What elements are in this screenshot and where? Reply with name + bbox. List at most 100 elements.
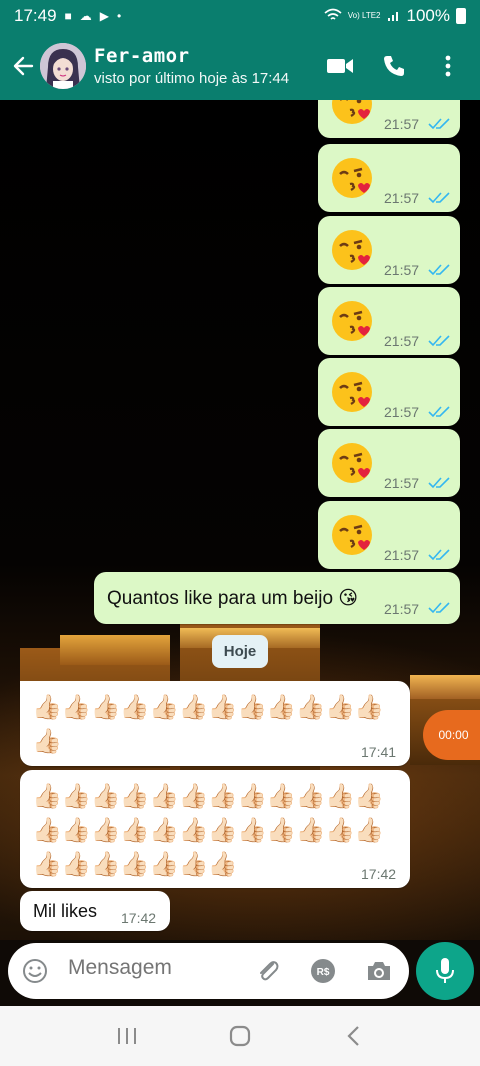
status-bar: 17:49 ■ ☁ ▶ • Vo) LTE2 100% xyxy=(0,0,480,32)
system-nav-bar xyxy=(0,1006,480,1066)
chat-area[interactable]: 21:57 21:57 21:57 21:57 21:57 21:57 21:57 Quan… xyxy=(0,100,480,944)
network-label: Vo) LTE2 xyxy=(347,11,381,20)
thumbs-up-emoji: 👍🏻 xyxy=(207,851,238,878)
thumbs-up-emoji: 👍🏻 xyxy=(61,851,92,878)
thumbs-up-emoji-group: 👍🏻 👍🏻 👍🏻 👍🏻 👍🏻 👍🏻 👍🏻 👍🏻 👍🏻 👍🏻 👍🏻 👍🏻 👍🏻 👍🏻 👍🏻 👍🏻 👍🏻 👍🏻 👍🏻 👍🏻… xyxy=(32,780,392,882)
thumbs-up-emoji: 👍🏻 xyxy=(324,783,355,810)
thumbs-up-emoji: 👍🏻 xyxy=(119,851,150,878)
thumbs-up-emoji: 👍🏻 xyxy=(119,817,150,844)
thumbs-up-emoji: 👍🏻 xyxy=(119,783,150,810)
message-input[interactable] xyxy=(68,956,248,980)
read-ticks-icon xyxy=(428,335,450,347)
read-ticks-icon xyxy=(428,264,450,276)
kissing-face-emoji xyxy=(330,156,374,200)
avatar[interactable] xyxy=(40,43,86,89)
message-input-container[interactable]: R$ xyxy=(8,943,409,999)
message-bubble-outgoing[interactable]: 21:57 xyxy=(318,144,460,212)
svg-text:R$: R$ xyxy=(317,967,330,978)
battery-percent: 100% xyxy=(406,6,450,25)
message-bubble-outgoing[interactable]: Quantos like para um beijo 😘 21:57 xyxy=(94,572,460,624)
message-time: 21:57 xyxy=(384,190,420,206)
read-ticks-icon xyxy=(428,549,450,561)
wallpaper-building xyxy=(60,635,170,665)
thumbs-up-emoji: 👍🏻 xyxy=(178,851,209,878)
thumbs-up-emoji: 👍🏻 xyxy=(32,851,62,878)
kissing-face-emoji xyxy=(330,370,374,414)
thumbs-up-emoji: 👍🏻 xyxy=(61,783,92,810)
message-bubble-incoming[interactable]: 👍🏻 👍🏻 👍🏻 👍🏻 👍🏻 👍🏻 👍🏻 👍🏻 👍🏻 👍🏻 👍🏻 👍🏻 👍🏻 17:41 xyxy=(20,681,410,766)
kissing-face-emoji xyxy=(330,441,374,485)
message-bubble-outgoing[interactable]: 21:57 xyxy=(318,216,460,284)
cloud-icon: ☁ xyxy=(79,9,92,23)
thumbs-up-emoji: 👍🏻 xyxy=(32,694,62,721)
payment-icon[interactable]: R$ xyxy=(308,956,338,986)
message-bubble-incoming[interactable]: Mil likes 17:42 xyxy=(20,891,170,931)
camera-icon[interactable] xyxy=(364,956,394,986)
contact-name[interactable]: Fer-amor xyxy=(94,45,326,67)
thumbs-up-emoji: 👍🏻 xyxy=(237,817,267,844)
video-notification-icon: ■ xyxy=(64,9,72,23)
message-bubble-outgoing[interactable]: 21:57 xyxy=(318,501,460,569)
signal-icon xyxy=(387,8,401,24)
status-time: 17:49 xyxy=(14,6,57,25)
thumbs-up-emoji: 👍🏻 xyxy=(207,783,238,810)
message-time: 21:57 xyxy=(384,333,420,349)
thumbs-up-emoji: 👍🏻 xyxy=(61,694,92,721)
thumbs-up-emoji: 👍🏻 xyxy=(354,817,385,844)
thumbs-up-emoji: 👍🏻 xyxy=(207,817,238,844)
mic-icon xyxy=(436,958,454,983)
mic-button[interactable] xyxy=(416,942,474,1000)
back-arrow-icon[interactable] xyxy=(6,46,40,86)
thumbs-up-emoji: 👍🏻 xyxy=(295,817,326,844)
thumbs-up-emoji: 👍🏻 xyxy=(324,694,355,721)
wallpaper-building xyxy=(410,675,480,699)
kissing-face-emoji xyxy=(330,299,374,343)
read-ticks-icon xyxy=(428,602,450,614)
thumbs-up-emoji: 👍🏻 xyxy=(149,817,180,844)
thumbs-up-emoji: 👍🏻 xyxy=(61,817,92,844)
thumbs-up-emoji: 👍🏻 xyxy=(90,817,121,844)
thumbs-up-emoji: 👍🏻 xyxy=(207,694,238,721)
message-time: 21:57 xyxy=(384,601,420,617)
message-time: 21:57 xyxy=(384,404,420,420)
read-ticks-icon xyxy=(428,192,450,204)
chat-header: Fer-amor visto por último hoje às 17:44 xyxy=(0,32,480,100)
thumbs-up-emoji: 👍🏻 xyxy=(266,817,297,844)
attach-icon[interactable] xyxy=(253,956,283,986)
emoji-icon[interactable] xyxy=(20,956,50,986)
thumbs-up-emoji: 👍🏻 xyxy=(266,694,297,721)
video-call-icon[interactable] xyxy=(326,52,354,80)
phone-icon[interactable] xyxy=(380,52,408,80)
message-bubble-outgoing[interactable]: 21:57 xyxy=(318,358,460,426)
message-bubble-incoming[interactable]: 👍🏻 👍🏻 👍🏻 👍🏻 👍🏻 👍🏻 👍🏻 👍🏻 👍🏻 👍🏻 👍🏻 👍🏻 👍🏻 👍🏻 👍🏻 👍🏻 👍🏻 👍🏻 👍🏻 👍🏻… xyxy=(20,770,410,888)
message-bubble-outgoing[interactable]: 21:57 xyxy=(318,429,460,497)
message-text: Quantos like para um beijo 😘 xyxy=(107,588,359,609)
youtube-icon: ▶ xyxy=(99,9,110,23)
read-ticks-icon xyxy=(428,406,450,418)
dot-icon: • xyxy=(117,9,122,23)
home-icon[interactable] xyxy=(220,1016,260,1056)
thumbs-up-emoji: 👍🏻 xyxy=(295,783,326,810)
thumbs-up-emoji: 👍🏻 xyxy=(149,783,180,810)
more-options-icon[interactable] xyxy=(434,52,462,80)
recent-apps-icon[interactable] xyxy=(107,1016,147,1056)
kissing-face-emoji xyxy=(330,228,374,272)
message-bubble-outgoing[interactable]: 21:57 xyxy=(318,287,460,355)
thumbs-up-emoji: 👍🏻 xyxy=(354,783,385,810)
back-icon[interactable] xyxy=(333,1016,373,1056)
thumbs-up-emoji: 👍🏻 xyxy=(237,694,267,721)
compose-bar: R$ xyxy=(0,940,480,1006)
message-bubble-outgoing[interactable]: 21:57 xyxy=(318,100,460,138)
message-time: 17:41 xyxy=(361,744,397,760)
read-ticks-icon xyxy=(428,118,450,130)
wifi-icon xyxy=(324,8,342,24)
message-text: Mil likes xyxy=(33,901,98,921)
message-time: 21:57 xyxy=(384,262,420,278)
voice-overlay-timer[interactable]: 00:00 xyxy=(423,710,480,760)
battery-icon xyxy=(456,8,466,24)
thumbs-up-emoji: 👍🏻 xyxy=(295,694,326,721)
thumbs-up-emoji: 👍🏻 xyxy=(32,783,62,810)
message-time: 21:57 xyxy=(384,547,420,563)
message-time: 21:57 xyxy=(384,475,420,491)
message-time: 17:42 xyxy=(121,910,157,926)
